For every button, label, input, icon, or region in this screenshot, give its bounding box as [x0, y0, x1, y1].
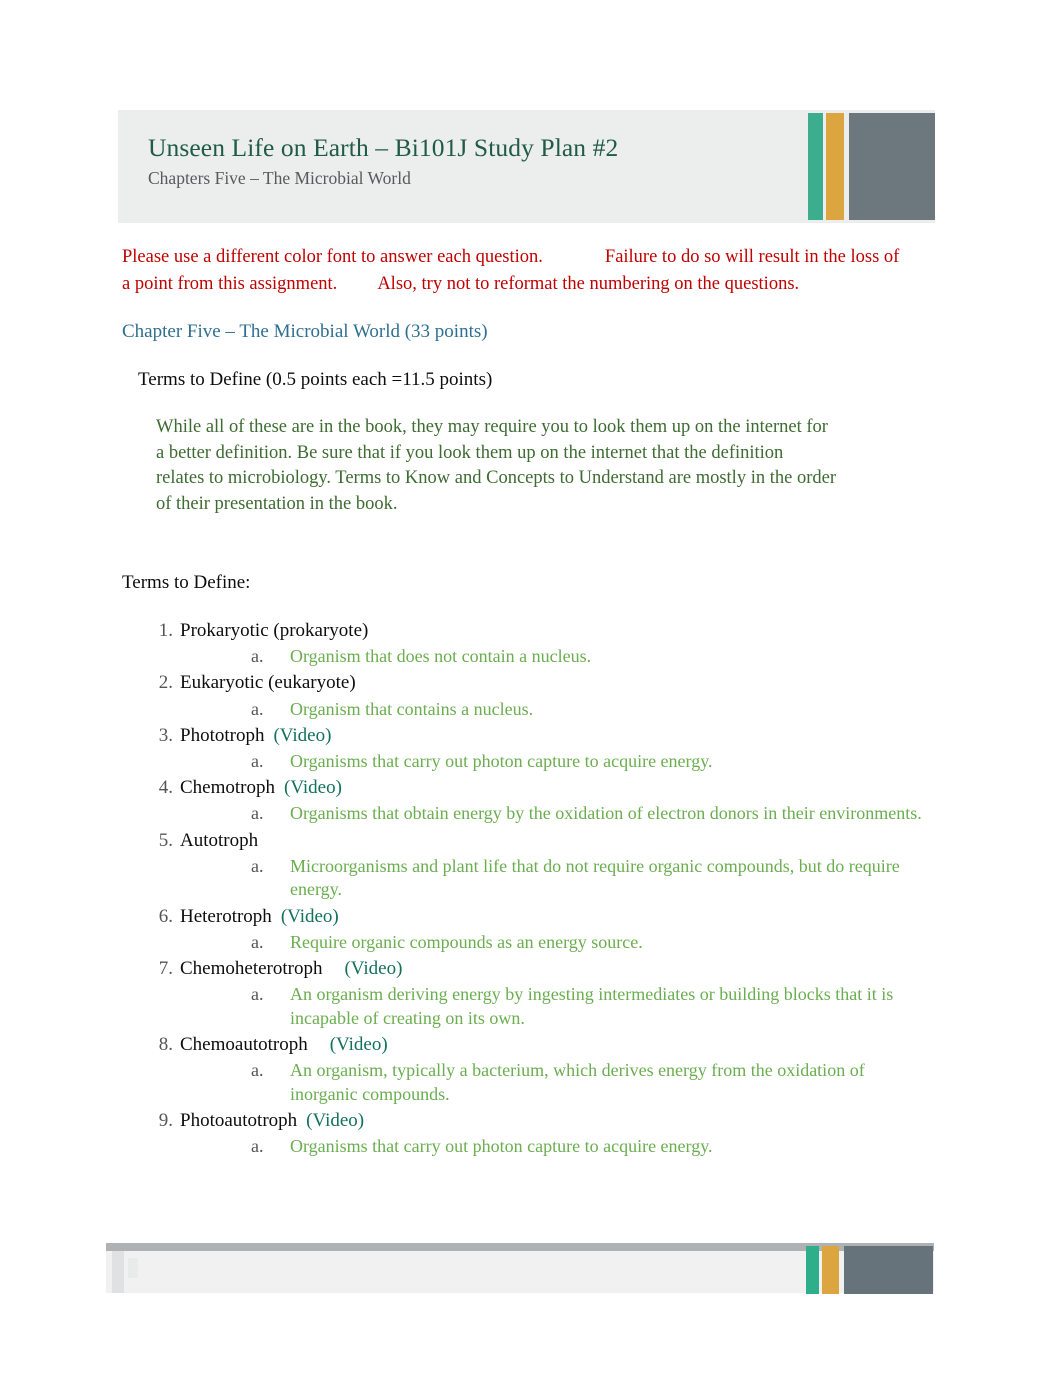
answer-text: An organism, typically a bacterium, whic… [290, 1060, 865, 1104]
list-item: 1. Prokaryotic (prokaryote) a. Organism th… [122, 618, 922, 668]
term-line: 8. Chemoautotroph (Video) [122, 1032, 922, 1057]
answer-letter: a. [251, 1136, 264, 1156]
term-name: Photoautotroph [180, 1109, 298, 1131]
answer-text: Organism that contains a nucleus. [290, 698, 534, 719]
list-number: 7. [158, 958, 173, 980]
list-number: 3. [158, 724, 173, 746]
color-font-warning: Please use a different color font to ans… [122, 244, 912, 298]
list-item: 4. Chemotroph (Video) a. Organisms that obt… [122, 775, 922, 825]
video-link[interactable]: (Video) [273, 725, 331, 746]
list-item: 2. Eukaryotic (eukaryote) a. Organism that… [122, 670, 922, 720]
answer-line: a. Require organic compounds as an energy… [122, 931, 922, 954]
warning-part-3: Also, try not to reformat the numbering … [377, 274, 800, 294]
accent-bar-teal-icon [808, 113, 823, 220]
list-number: 4. [158, 777, 173, 799]
answer-letter: a. [251, 751, 264, 772]
list-number: 5. [158, 829, 173, 851]
video-link[interactable]: (Video) [284, 777, 342, 798]
answer-line: a. Microorganisms and plant life that do … [122, 855, 922, 902]
accent-bar-gold-icon [822, 1246, 839, 1294]
answer-text: An organism deriving energy by ingesting… [290, 984, 894, 1028]
answer-letter: a. [251, 646, 264, 667]
term-name: Chemoautotroph [180, 1034, 308, 1056]
list-item: 6. Heterotroph (Video) a. Require organic c… [122, 904, 922, 954]
answer-letter: a. [251, 984, 264, 1005]
footer-left-block [112, 1251, 124, 1293]
footer-accent-bars [806, 1246, 933, 1294]
list-item: 5. Autotroph a. Microorganisms and plant l… [122, 828, 922, 902]
answer-line: a. Organism that does not contain a nucle… [122, 645, 922, 668]
answer-letter: a. [251, 698, 264, 719]
terms-to-define-label: Terms to Define: [122, 572, 251, 593]
term-line: 4. Chemotroph (Video) [122, 775, 922, 800]
answer-text: Require organic compounds as an energy s… [290, 931, 643, 952]
term-name: Prokaryotic (prokaryote) [180, 620, 369, 641]
answer-text: Organisms that carry out photon capture … [290, 1136, 713, 1156]
accent-bar-gray-icon [849, 113, 935, 220]
footer-left-tick [128, 1258, 138, 1278]
document-title: Unseen Life on Earth – Bi101J Study Plan… [148, 133, 619, 162]
answer-text: Organisms that carry out photon capture … [290, 751, 713, 772]
answer-line: a. Organism that contains a nucleus. [122, 698, 922, 721]
term-line: 6. Heterotroph (Video) [122, 904, 922, 929]
video-link[interactable]: (Video) [344, 958, 402, 979]
list-number: 6. [158, 905, 173, 927]
answer-letter: a. [251, 803, 264, 824]
term-line: 3. Phototroph (Video) [122, 723, 922, 748]
answer-line: a. Organisms that carry out photon captur… [122, 1135, 922, 1158]
term-name: Heterotroph [180, 905, 272, 927]
document-page: Unseen Life on Earth – Bi101J Study Plan… [0, 0, 1062, 1377]
list-number: 8. [158, 1034, 173, 1056]
warning-part-1: Please use a different color font to ans… [122, 247, 543, 267]
list-item: 9. Photoautotroph (Video) a. Organisms that… [122, 1108, 922, 1158]
terms-to-define-points: Terms to Define (0.5 points each =11.5 p… [138, 369, 493, 390]
list-item: 3. Phototroph (Video) a. Organisms that car… [122, 723, 922, 773]
term-line: 9. Photoautotroph (Video) [122, 1108, 922, 1133]
answer-line: a. Organisms that obtain energy by the ox… [122, 802, 922, 825]
terms-list: 1. Prokaryotic (prokaryote) a. Organism th… [122, 618, 922, 1160]
accent-bar-gold-icon [826, 113, 844, 220]
accent-bar-teal-icon [806, 1246, 819, 1294]
accent-bar-gray-icon [844, 1246, 933, 1294]
answer-text: Microorganisms and plant life that do no… [290, 855, 900, 900]
header-text-group: Unseen Life on Earth – Bi101J Study Plan… [148, 133, 768, 189]
video-link[interactable]: (Video) [281, 906, 339, 927]
answer-line: a. Organisms that carry out photon captur… [122, 750, 922, 773]
term-line: 5. Autotroph [122, 828, 922, 853]
list-item: 8. Chemoautotroph (Video) a. An organism, t… [122, 1032, 922, 1106]
list-number: 2. [158, 672, 173, 694]
chapter-heading: Chapter Five – The Microbial World (33 p… [122, 321, 488, 342]
term-line: 1. Prokaryotic (prokaryote) [122, 618, 922, 643]
answer-letter: a. [251, 1060, 264, 1081]
list-item: 7. Chemoheterotroph (Video) a. An organism … [122, 956, 922, 1030]
answer-letter: a. [251, 855, 264, 876]
term-name: Autotroph [180, 829, 259, 851]
term-name: Phototroph [180, 724, 265, 746]
header-accent-bars [808, 113, 935, 220]
answer-letter: a. [251, 931, 264, 952]
instructions-paragraph: While all of these are in the book, they… [156, 417, 836, 514]
answer-text: Organism that does not contain a nucleus… [290, 646, 592, 667]
list-number: 1. [158, 620, 173, 641]
term-name: Chemotroph [180, 777, 275, 799]
list-number: 9. [158, 1109, 173, 1131]
video-link[interactable]: (Video) [330, 1034, 388, 1055]
answer-text: Organisms that obtain energy by the oxid… [290, 803, 922, 824]
document-subtitle: Chapters Five – The Microbial World [148, 167, 411, 188]
term-name: Chemoheterotroph [180, 958, 323, 980]
video-link[interactable]: (Video) [306, 1110, 364, 1131]
answer-line: a. An organism, typically a bacterium, wh… [122, 1059, 922, 1106]
term-line: 2. Eukaryotic (eukaryote) [122, 670, 922, 695]
term-name: Eukaryotic (eukaryote) [180, 672, 356, 694]
term-line: 7. Chemoheterotroph (Video) [122, 956, 922, 981]
answer-line: a. An organism deriving energy by ingesti… [122, 983, 922, 1030]
